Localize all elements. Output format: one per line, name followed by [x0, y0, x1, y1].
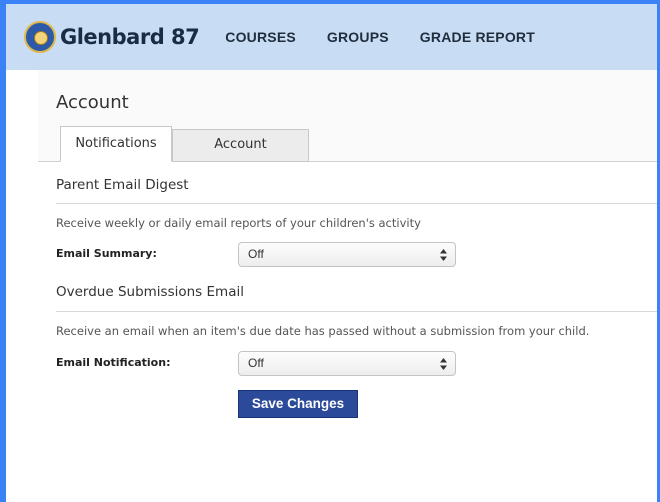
select-arrows-icon: [440, 358, 447, 370]
tab-account-settings[interactable]: Account Settings: [172, 129, 309, 182]
email-notification-label: Email Notification:: [56, 356, 171, 369]
section-description: Receive an email when an item's due date…: [56, 324, 590, 338]
nav-grade-report[interactable]: GRADE REPORT: [420, 29, 535, 45]
email-summary-label: Email Summary:: [56, 247, 157, 260]
section-title-parent-email-digest: Parent Email Digest: [56, 177, 189, 193]
section-divider: [56, 311, 657, 312]
email-summary-value: Off: [248, 247, 264, 261]
select-arrows-icon: [440, 249, 447, 261]
section-title-overdue-submissions: Overdue Submissions Email: [56, 284, 244, 300]
email-summary-select[interactable]: Off: [238, 242, 456, 267]
nav-groups[interactable]: GROUPS: [327, 29, 389, 45]
top-navigation-bar: Glenbard 87 COURSES GROUPS GRADE REPORT: [6, 4, 657, 70]
tab-bar: Notifications Account Settings: [38, 126, 657, 182]
account-panel: Account Notifications Account Settings P…: [38, 70, 657, 502]
notifications-content: Parent Email Digest Receive weekly or da…: [38, 162, 657, 502]
school-seal-icon: [24, 21, 56, 53]
nav-courses[interactable]: COURSES: [225, 29, 296, 45]
brand-name: Glenbard 87: [60, 25, 200, 49]
section-divider: [56, 203, 657, 204]
email-notification-select[interactable]: Off: [238, 351, 456, 376]
section-description: Receive weekly or daily email reports of…: [56, 216, 421, 230]
page-title: Account: [56, 92, 129, 113]
logo[interactable]: Glenbard 87: [24, 21, 200, 53]
browser-frame: Glenbard 87 COURSES GROUPS GRADE REPORT …: [0, 0, 660, 502]
main-nav: COURSES GROUPS GRADE REPORT: [225, 29, 566, 45]
email-notification-value: Off: [248, 356, 264, 370]
tab-notifications[interactable]: Notifications: [60, 126, 172, 162]
save-changes-button[interactable]: Save Changes: [238, 390, 358, 418]
